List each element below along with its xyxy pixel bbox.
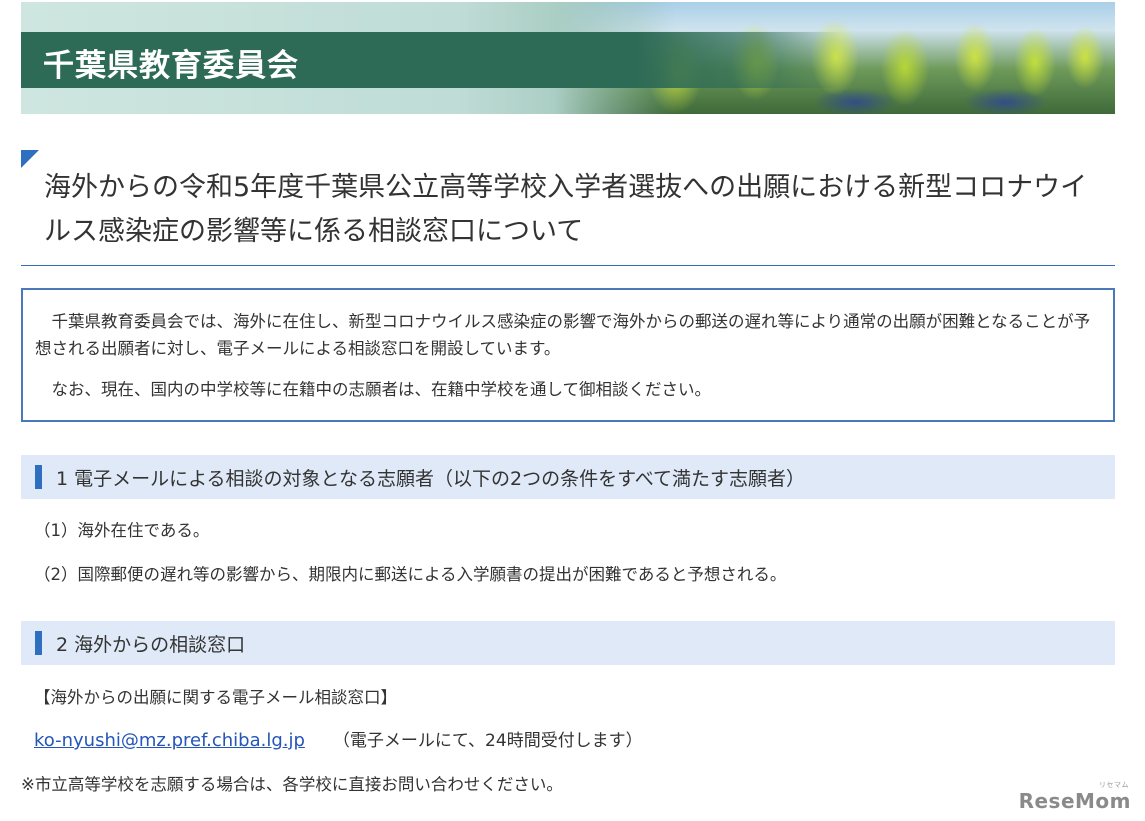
section-1-heading: 1 電子メールによる相談の対象となる志願者（以下の2つの条件をすべて満たす志願者… — [21, 455, 1115, 499]
site-title[interactable]: 千葉県教育委員会 — [43, 40, 299, 85]
section-marker-icon — [35, 631, 42, 655]
section-marker-icon — [35, 465, 42, 489]
section-1-title: 1 電子メールによる相談の対象となる志願者（以下の2つの条件をすべて満たす志願者… — [56, 467, 805, 490]
title-corner-icon — [21, 150, 39, 168]
page-title: 海外からの令和5年度千葉県公立高等学校入学者選抜への出願における新型コロナウイル… — [44, 172, 1088, 247]
contact-label: 【海外からの出願に関する電子メール相談窓口】 — [34, 688, 397, 707]
notice-paragraph-2: なお、現在、国内の中学校等に在籍中の志願者は、在籍中学校を通して御相談ください。 — [51, 380, 712, 399]
resemom-logo: リセマム ReseMom — [1018, 781, 1131, 813]
resemom-logo-text: ReseMom — [1018, 789, 1131, 813]
email-note: （電子メールにて、24時間受付します） — [332, 731, 643, 751]
condition-item-1: （1）海外在住である。 — [34, 521, 210, 540]
email-row: ko-nyushi@mz.pref.chiba.lg.jp （電子メールにて、24… — [34, 729, 643, 753]
email-link[interactable]: ko-nyushi@mz.pref.chiba.lg.jp — [34, 730, 305, 751]
notice-box: 千葉県教育委員会では、海外に在住し、新型コロナウイルス感染症の影響で海外からの郵… — [21, 288, 1115, 422]
resemom-logo-kana: リセマム — [1099, 781, 1129, 789]
section-2-heading: 2 海外からの相談窓口 — [21, 621, 1115, 665]
section-2-title: 2 海外からの相談窓口 — [56, 633, 246, 656]
title-divider — [21, 265, 1115, 266]
condition-item-2: （2）国際郵便の遅れ等の影響から、期限内に郵送による入学願書の提出が困難であると… — [34, 565, 787, 584]
footnote: ※市立高等学校を志願する場合は、各学校に直接お問い合わせください。 — [21, 775, 563, 794]
header-banner: 千葉県教育委員会 — [21, 2, 1115, 114]
notice-paragraph-1: 千葉県教育委員会では、海外に在住し、新型コロナウイルス感染症の影響で海外からの郵… — [35, 312, 1091, 358]
